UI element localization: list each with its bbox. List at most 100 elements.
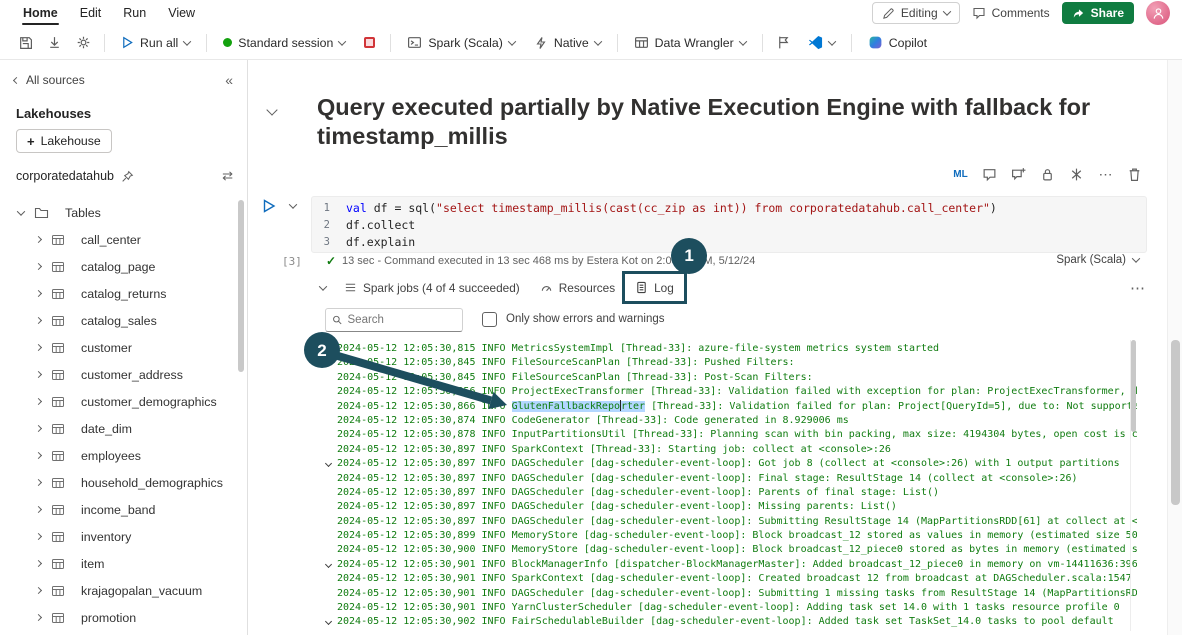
table-name: date_dim bbox=[81, 421, 132, 436]
tables-folder-row[interactable]: Tables bbox=[0, 199, 247, 226]
sidebar-item-customer_address[interactable]: customer_address bbox=[0, 361, 247, 388]
add-comment-icon[interactable] bbox=[1010, 166, 1027, 183]
sidebar-item-customer_demographics[interactable]: customer_demographics bbox=[0, 388, 247, 415]
menu-tab-edit[interactable]: Edit bbox=[69, 0, 113, 26]
sidebar-item-date_dim[interactable]: date_dim bbox=[0, 415, 247, 442]
log-search[interactable] bbox=[325, 308, 463, 332]
errors-only-checkbox[interactable] bbox=[482, 312, 497, 327]
sidebar-item-customer[interactable]: customer bbox=[0, 334, 247, 361]
chevron-right-icon[interactable] bbox=[34, 370, 43, 379]
collapse-title-chevron[interactable] bbox=[266, 104, 278, 116]
tab-resources[interactable]: Resources bbox=[530, 274, 625, 301]
engine-dropdown[interactable]: Native bbox=[526, 30, 609, 56]
sidebar-item-catalog_returns[interactable]: catalog_returns bbox=[0, 280, 247, 307]
sidebar-item-promotion[interactable]: promotion bbox=[0, 604, 247, 631]
sidebar-scrollbar-thumb[interactable] bbox=[238, 200, 244, 372]
chevron-right-icon[interactable] bbox=[34, 478, 43, 487]
table-icon bbox=[51, 368, 73, 382]
stop-session-icon[interactable] bbox=[356, 30, 382, 56]
chevron-right-icon[interactable] bbox=[34, 289, 43, 298]
pin-icon[interactable] bbox=[121, 170, 134, 183]
menu-tab-run[interactable]: Run bbox=[112, 0, 157, 26]
more-options-icon[interactable]: ⋯ bbox=[1130, 279, 1145, 297]
chevron-down-icon[interactable] bbox=[325, 460, 333, 468]
chevron-right-icon[interactable] bbox=[34, 262, 43, 271]
lakehouses-section-title: Lakehouses bbox=[16, 106, 92, 121]
save-icon[interactable] bbox=[12, 30, 38, 56]
folder-icon bbox=[34, 206, 57, 219]
sidebar-item-krajagopalan_vacuum[interactable]: krajagopalan_vacuum bbox=[0, 577, 247, 604]
wrangler-label: Data Wrangler bbox=[654, 35, 734, 50]
page-scrollbar[interactable] bbox=[1167, 60, 1182, 635]
chevron-right-icon[interactable] bbox=[34, 235, 43, 244]
search-input[interactable] bbox=[347, 314, 456, 326]
cell-language-dropdown[interactable]: Spark (Scala) bbox=[1056, 254, 1141, 266]
comments-button[interactable]: Comments bbox=[972, 6, 1050, 20]
copilot-button[interactable]: Copilot bbox=[860, 30, 935, 56]
sidebar-item-catalog_sales[interactable]: catalog_sales bbox=[0, 307, 247, 334]
cell-collapse-chevron[interactable] bbox=[288, 200, 298, 209]
data-wrangler-dropdown[interactable]: Data Wrangler bbox=[626, 30, 754, 56]
freeze-cell-icon[interactable] bbox=[1068, 166, 1085, 183]
chevron-right-icon[interactable] bbox=[34, 586, 43, 595]
chevron-down-icon bbox=[338, 36, 347, 46]
toolbar-divider bbox=[206, 33, 208, 52]
table-name: krajagopalan_vacuum bbox=[81, 583, 203, 598]
chevron-right-icon[interactable] bbox=[34, 397, 43, 406]
chevron-right-icon[interactable] bbox=[34, 532, 43, 541]
tables-tree: Tables call_center catalog_page catalog_re… bbox=[0, 193, 247, 631]
sidebar-item-employees[interactable]: employees bbox=[0, 442, 247, 469]
sidebar-item-household_demographics[interactable]: household_demographics bbox=[0, 469, 247, 496]
collapse-pane-icon[interactable]: « bbox=[225, 72, 233, 88]
lock-cell-icon[interactable] bbox=[1039, 166, 1056, 183]
log-scrollbar[interactable] bbox=[1130, 340, 1137, 631]
table-name: customer_demographics bbox=[81, 394, 217, 409]
more-options-icon[interactable]: ⋯ bbox=[1097, 166, 1114, 183]
tab-log[interactable]: Log 1 bbox=[622, 238, 708, 304]
language-dropdown[interactable]: Spark (Scala) bbox=[399, 30, 523, 56]
switch-source-icon[interactable]: ⇄ bbox=[222, 168, 233, 184]
chevron-right-icon[interactable] bbox=[34, 559, 43, 568]
log-scrollbar-thumb[interactable] bbox=[1131, 340, 1136, 432]
comment-icon[interactable] bbox=[981, 166, 998, 183]
session-dropdown[interactable]: Standard session bbox=[215, 30, 353, 56]
chevron-right-icon[interactable] bbox=[34, 451, 43, 460]
chevron-down-icon[interactable] bbox=[16, 206, 26, 216]
add-lakehouse-label: Lakehouse bbox=[40, 134, 101, 148]
ml-icon[interactable]: ML bbox=[952, 166, 969, 183]
all-sources-back-button[interactable]: All sources bbox=[12, 73, 85, 87]
log-line: 2024-05-12 12:05:30,901 INFO BlockManage… bbox=[325, 558, 1137, 572]
chevron-right-icon[interactable] bbox=[34, 613, 43, 622]
person-icon bbox=[1153, 7, 1163, 19]
run-all-button[interactable]: Run all bbox=[113, 30, 198, 56]
collapse-results-chevron[interactable] bbox=[318, 281, 328, 291]
chevron-right-icon[interactable] bbox=[34, 424, 43, 433]
menu-tab-home[interactable]: Home bbox=[12, 0, 69, 26]
delete-cell-icon[interactable] bbox=[1126, 166, 1143, 183]
flag-icon[interactable] bbox=[771, 30, 797, 56]
download-icon[interactable] bbox=[41, 30, 67, 56]
avatar[interactable] bbox=[1146, 1, 1170, 25]
sidebar-item-catalog_page[interactable]: catalog_page bbox=[0, 253, 247, 280]
sidebar-item-income_band[interactable]: income_band bbox=[0, 496, 247, 523]
share-button[interactable]: Share bbox=[1061, 2, 1134, 24]
chevron-down-icon[interactable] bbox=[325, 618, 333, 626]
lakehouse-source-row[interactable]: corporatedatahub ⇄ bbox=[0, 159, 247, 193]
menu-tab-view[interactable]: View bbox=[157, 0, 206, 26]
chevron-right-icon[interactable] bbox=[34, 343, 43, 352]
sidebar-item-call_center[interactable]: call_center bbox=[0, 226, 247, 253]
page-scrollbar-thumb[interactable] bbox=[1171, 340, 1180, 505]
chevron-down-icon[interactable] bbox=[325, 560, 333, 568]
add-lakehouse-button[interactable]: + Lakehouse bbox=[16, 129, 112, 153]
editing-mode-dropdown[interactable]: Editing bbox=[871, 2, 960, 24]
vscode-button[interactable] bbox=[800, 30, 843, 56]
tab-spark-jobs[interactable]: Spark jobs (4 of 4 succeeded) bbox=[334, 274, 530, 301]
chevron-right-icon[interactable] bbox=[34, 505, 43, 514]
run-cell-button[interactable] bbox=[262, 199, 276, 213]
chevron-right-icon[interactable] bbox=[34, 316, 43, 325]
sidebar-item-inventory[interactable]: inventory bbox=[0, 523, 247, 550]
settings-gear-icon[interactable] bbox=[70, 30, 96, 56]
code-editor[interactable]: 1 val df = sql("select timestamp_millis(c… bbox=[311, 196, 1147, 253]
errors-only-label: Only show errors and warnings bbox=[506, 313, 665, 325]
sidebar-item-item[interactable]: item bbox=[0, 550, 247, 577]
